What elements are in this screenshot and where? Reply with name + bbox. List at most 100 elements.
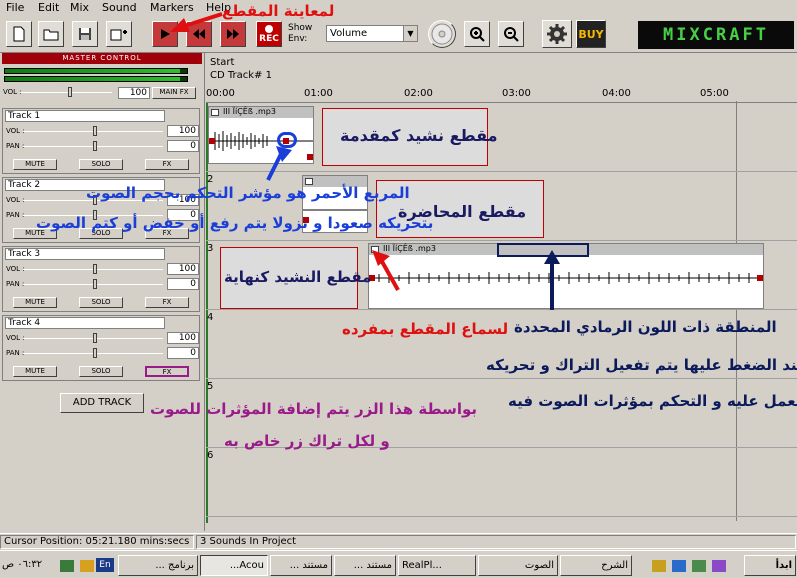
menu-markers[interactable]: Markers <box>150 1 194 14</box>
waveform <box>209 131 313 160</box>
track-volume-slider[interactable] <box>23 264 163 274</box>
solo-button[interactable]: SOLO <box>79 366 123 377</box>
master-volume-slider[interactable] <box>20 87 112 97</box>
add-sound-icon <box>110 29 127 41</box>
mixcraft-logo: MIXCRAFT <box>638 21 794 49</box>
track-volume-knob[interactable] <box>93 333 97 343</box>
quicklaunch-icon[interactable] <box>652 560 666 572</box>
mute-button[interactable]: MUTE <box>13 159 57 170</box>
tray-speaker-icon[interactable] <box>80 560 94 572</box>
annotation-listen-solo: لسماع المقطع بمفرده <box>342 320 509 338</box>
play-button[interactable] <box>152 21 178 47</box>
fx-button[interactable]: FX <box>145 366 189 377</box>
taskbar-button-document-1[interactable]: مستند ... <box>270 555 332 576</box>
clip-header[interactable]: III ÏíÇÊß .mp3 <box>209 107 313 118</box>
track-lane-6[interactable]: 6 <box>206 449 797 517</box>
new-file-button[interactable] <box>6 21 32 47</box>
cd-track-marker[interactable]: CD Track# 1 <box>210 70 272 81</box>
audio-clip-1[interactable]: III ÏíÇÊß .mp3 <box>208 106 314 164</box>
start-label: ابدأ <box>775 560 792 571</box>
settings-button[interactable] <box>542 20 572 48</box>
menu-mix[interactable]: Mix <box>70 1 89 14</box>
taskbar-button-realplayer[interactable]: RealPl... <box>398 555 476 576</box>
track-name[interactable]: Track 4 <box>5 317 165 329</box>
track-panel-3[interactable]: Track 3 VOL : 100 PAN : 0 MUTE SOLO FX <box>2 246 200 312</box>
mute-button[interactable]: MUTE <box>13 297 57 308</box>
pan-label: PAN : <box>6 349 25 357</box>
track-name[interactable]: Track 1 <box>5 110 165 122</box>
fx-button[interactable]: FX <box>145 159 189 170</box>
rewind-button[interactable] <box>186 21 212 47</box>
envelope-select[interactable]: Volume ▼ <box>326 25 418 42</box>
main-fx-button[interactable]: MAIN FX <box>152 87 196 99</box>
fast-forward-button[interactable] <box>220 21 246 47</box>
track-volume-slider[interactable] <box>23 126 163 136</box>
taskbar-button-sound-folder[interactable]: الصوت <box>478 555 558 576</box>
waveform <box>369 272 763 284</box>
solo-button[interactable]: SOLO <box>79 159 123 170</box>
save-button[interactable] <box>72 21 98 47</box>
cd-burn-button[interactable] <box>428 20 456 48</box>
track-panel-1[interactable]: Track 1 VOL : 100 PAN : 0 MUTE SOLO FX <box>2 108 200 174</box>
track-pan-value[interactable]: 0 <box>167 347 199 359</box>
master-volume-knob[interactable] <box>68 87 72 97</box>
track-pan-knob[interactable] <box>93 279 97 289</box>
track-pan-value[interactable]: 0 <box>167 278 199 290</box>
mute-button[interactable]: MUTE <box>13 366 57 377</box>
menu-edit[interactable]: Edit <box>38 1 59 14</box>
volume-handle[interactable] <box>757 275 763 281</box>
open-button[interactable] <box>38 21 64 47</box>
track-pan-slider[interactable] <box>23 141 163 151</box>
volume-handle[interactable] <box>307 154 313 160</box>
taskbar-button-acoustica[interactable]: Acou... <box>200 555 268 576</box>
track-volume-value[interactable]: 100 <box>167 263 199 275</box>
track-pan-value[interactable]: 0 <box>167 140 199 152</box>
track-panel-4[interactable]: Track 4 VOL : 100 PAN : 0 MUTE SOLO FX <box>2 315 200 381</box>
zoom-in-button[interactable] <box>464 21 490 47</box>
fast-forward-icon <box>227 29 239 39</box>
track-pan-slider[interactable] <box>23 348 163 358</box>
language-indicator[interactable]: En <box>96 558 114 572</box>
quicklaunch-desktop-icon[interactable] <box>712 560 726 572</box>
track-pan-knob[interactable] <box>93 141 97 151</box>
annotation-gray-area-2: عند الضغط عليها يتم تفعيل التراك و تحريك… <box>486 356 797 374</box>
clip-play-icon[interactable] <box>371 246 379 253</box>
pan-label: PAN : <box>6 211 25 219</box>
track-pan-knob[interactable] <box>93 348 97 358</box>
taskbar-button-explanation-folder[interactable]: الشرح <box>560 555 632 576</box>
buy-button[interactable]: BUY <box>576 20 606 48</box>
tray-network-icon[interactable] <box>60 560 74 572</box>
track-volume-knob[interactable] <box>93 264 97 274</box>
gear-icon <box>547 24 567 44</box>
start-button[interactable]: ابدأ <box>744 555 796 576</box>
show-env-label: Show Env: <box>288 23 313 44</box>
menu-sound[interactable]: Sound <box>102 1 137 14</box>
quicklaunch-media-icon[interactable] <box>692 560 706 572</box>
track-control-panel: MASTER CONTROL VOL : 100 MAIN FX Track 1… <box>0 53 205 531</box>
menu-bar: File Edit Mix Sound Markers Help <box>0 0 797 17</box>
track-volume-knob[interactable] <box>93 126 97 136</box>
zoom-out-icon <box>504 27 519 42</box>
add-track-button[interactable]: ADD TRACK <box>60 393 144 413</box>
start-marker[interactable]: Start <box>210 57 234 68</box>
clock[interactable]: ٠٦:٣٢ ص <box>2 559 42 570</box>
taskbar-button-document-2[interactable]: مستند ... <box>334 555 396 576</box>
fx-button[interactable]: FX <box>145 297 189 308</box>
time-ruler[interactable]: 00:00 01:00 02:00 03:00 04:00 05:00 <box>206 85 797 103</box>
master-volume-value[interactable]: 100 <box>118 87 150 99</box>
taskbar-button-program[interactable]: برنامج ... <box>118 555 198 576</box>
track-volume-value[interactable]: 100 <box>167 125 199 137</box>
quicklaunch-ie-icon[interactable] <box>672 560 686 572</box>
track-pan-slider[interactable] <box>23 279 163 289</box>
record-button[interactable]: REC <box>256 21 282 47</box>
track-name[interactable]: Track 3 <box>5 248 165 260</box>
solo-button[interactable]: SOLO <box>79 297 123 308</box>
add-sound-button[interactable] <box>106 21 132 47</box>
track-volume-value[interactable]: 100 <box>167 332 199 344</box>
clip-title: III ÏíÇÊß .mp3 <box>223 107 276 116</box>
clip-play-icon[interactable] <box>211 109 219 116</box>
zoom-out-button[interactable] <box>498 21 524 47</box>
volume-handle[interactable] <box>209 138 215 144</box>
menu-file[interactable]: File <box>6 1 24 14</box>
track-volume-slider[interactable] <box>23 333 163 343</box>
